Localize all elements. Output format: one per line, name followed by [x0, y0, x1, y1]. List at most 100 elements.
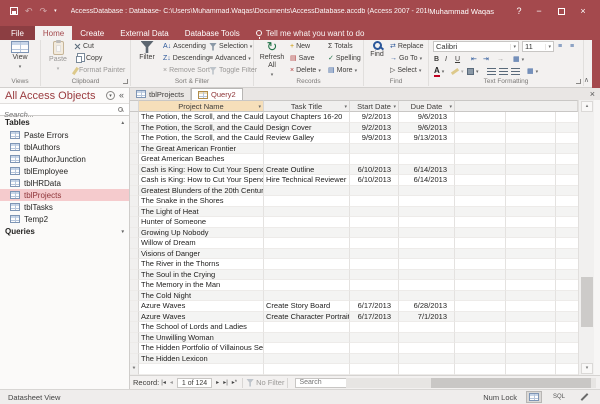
cell[interactable]: [399, 354, 455, 365]
row-selector[interactable]: [130, 259, 139, 270]
cell[interactable]: [264, 186, 350, 197]
datasheet-formatting-button[interactable]: ▦ ▾: [527, 66, 538, 77]
cell[interactable]: Growing Up Nobody: [139, 228, 264, 239]
cell[interactable]: [399, 228, 455, 239]
nav-menu-icon[interactable]: ▾: [106, 91, 115, 100]
horizontal-scrollbar[interactable]: [346, 378, 596, 388]
table-row[interactable]: The Soul in the Crying: [130, 270, 578, 281]
minimize-button[interactable]: −: [528, 2, 550, 20]
cell[interactable]: [264, 249, 350, 260]
table-row[interactable]: The Light of Heat: [130, 207, 578, 218]
column-header-task-title[interactable]: Task Title ▾: [264, 100, 350, 112]
cut-button[interactable]: Cut: [74, 41, 94, 52]
row-selector[interactable]: [130, 133, 139, 144]
table-row[interactable]: Hunter of Someone: [130, 217, 578, 228]
table-row[interactable]: The Memory in the Man: [130, 280, 578, 291]
remove-sort-button[interactable]: × Remove Sort: [163, 65, 210, 76]
column-header-due-date[interactable]: Due Date ▾: [399, 100, 455, 112]
undo-icon[interactable]: ↶: [25, 7, 33, 16]
cell[interactable]: 6/17/2013: [350, 301, 399, 312]
bold-button[interactable]: B: [434, 54, 439, 65]
sql-view-button[interactable]: SQL: [551, 391, 567, 403]
cell[interactable]: [350, 217, 399, 228]
table-row[interactable]: The Great American Frontier: [130, 144, 578, 155]
cell[interactable]: [399, 322, 455, 333]
cell[interactable]: Visions of Danger: [139, 249, 264, 260]
toggle-filter-button[interactable]: Toggle Filter: [209, 65, 257, 76]
nav-search-input[interactable]: [0, 109, 129, 120]
sidebar-item-paste-errors[interactable]: Paste Errors: [0, 129, 129, 141]
row-selector[interactable]: [130, 123, 139, 134]
delete-button[interactable]: × Delete ▾: [290, 65, 321, 76]
table-row[interactable]: Willow of Dream: [130, 238, 578, 249]
table-row[interactable]: Growing Up Nobody: [130, 228, 578, 239]
table-row[interactable]: Cash is King: How to Cut Your SpendingHi…: [130, 175, 578, 186]
row-selector[interactable]: [130, 196, 139, 207]
view-button[interactable]: View ▾: [5, 41, 35, 71]
table-row[interactable]: Cash is King: How to Cut Your SpendingCr…: [130, 165, 578, 176]
font-size-combo[interactable]: 11 ▾: [522, 41, 554, 52]
row-selector[interactable]: [130, 154, 139, 165]
cell[interactable]: [350, 186, 399, 197]
row-selector[interactable]: [130, 270, 139, 281]
scroll-up-icon[interactable]: ▴: [581, 101, 593, 112]
table-row[interactable]: Visions of Danger: [130, 249, 578, 260]
dialog-launcher-icon[interactable]: [576, 79, 581, 84]
column-dropdown-icon[interactable]: ▾: [344, 104, 347, 110]
row-selector[interactable]: [130, 280, 139, 291]
cell[interactable]: [399, 270, 455, 281]
cell[interactable]: [350, 354, 399, 365]
table-row[interactable]: Greatest Blunders of the 20th Century: [130, 186, 578, 197]
sidebar-item-tblauthors[interactable]: tblAuthors: [0, 141, 129, 153]
table-row[interactable]: Great American Beaches: [130, 154, 578, 165]
cell[interactable]: The Potion, the Scroll, and the Cauldro: [139, 112, 264, 123]
gridlines-button[interactable]: ▦ ▾: [513, 54, 524, 65]
record-position[interactable]: 1 of 124: [177, 378, 212, 388]
table-row[interactable]: The Cold Night: [130, 291, 578, 302]
table-row[interactable]: The Hidden Lexicon: [130, 354, 578, 365]
cell[interactable]: 6/14/2013: [399, 165, 455, 176]
align-right-button[interactable]: [511, 66, 520, 77]
cell[interactable]: [399, 259, 455, 270]
sidebar-item-tblemployee[interactable]: tblEmployee: [0, 165, 129, 177]
cell[interactable]: [350, 238, 399, 249]
table-row[interactable]: The River in the Thorns: [130, 259, 578, 270]
cell[interactable]: The River in the Thorns: [139, 259, 264, 270]
underline-button[interactable]: U: [455, 54, 460, 65]
shutter-bar-close-icon[interactable]: «: [119, 91, 124, 100]
row-selector[interactable]: [130, 186, 139, 197]
tab-create[interactable]: Create: [72, 26, 112, 40]
cell[interactable]: [264, 333, 350, 344]
filter-status-icon[interactable]: [246, 379, 254, 387]
collapse-ribbon-icon[interactable]: ∧: [584, 76, 589, 84]
column-header-project-name[interactable]: Project Name ▾: [139, 100, 264, 112]
sidebar-item-tbltasks[interactable]: tblTasks: [0, 201, 129, 213]
cell[interactable]: [350, 333, 399, 344]
bullets-button[interactable]: ≡: [558, 41, 562, 52]
cell[interactable]: [399, 343, 455, 354]
sidebar-item-temp2[interactable]: Temp2: [0, 213, 129, 225]
nav-pane-header[interactable]: All Access Objects ▾ «: [0, 88, 129, 103]
cell[interactable]: [350, 154, 399, 165]
next-record-button[interactable]: ▸: [216, 379, 219, 386]
cell[interactable]: [350, 228, 399, 239]
cell[interactable]: Layout Chapters 16-20: [264, 112, 350, 123]
highlight-button[interactable]: ▾: [451, 66, 464, 77]
cell[interactable]: 6/17/2013: [350, 312, 399, 323]
table-row[interactable]: The Unwilling Woman: [130, 333, 578, 344]
cell[interactable]: [399, 144, 455, 155]
sidebar-item-tblprojects[interactable]: tblProjects: [0, 189, 129, 201]
last-record-button[interactable]: ▸|: [223, 379, 228, 386]
close-button[interactable]: ×: [572, 2, 594, 20]
cell[interactable]: The Snake in the Shores: [139, 196, 264, 207]
row-selector[interactable]: [130, 343, 139, 354]
cell[interactable]: [350, 196, 399, 207]
cell[interactable]: 6/10/2013: [350, 165, 399, 176]
cell[interactable]: Create Outline: [264, 165, 350, 176]
cell[interactable]: The Potion, the Scroll, and the Cauldro: [139, 123, 264, 134]
cell[interactable]: Cash is King: How to Cut Your Spending: [139, 165, 264, 176]
cell[interactable]: [264, 291, 350, 302]
cell[interactable]: [399, 186, 455, 197]
cell[interactable]: The Memory in the Man: [139, 280, 264, 291]
cell[interactable]: [264, 238, 350, 249]
